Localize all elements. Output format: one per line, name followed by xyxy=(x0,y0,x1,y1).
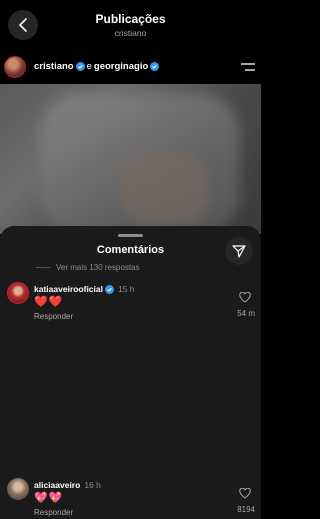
comment-text: ❤️❤️ xyxy=(34,296,64,308)
reply-button[interactable]: Responder xyxy=(34,312,73,321)
verified-badge-icon xyxy=(75,62,85,71)
like-count: 54 m xyxy=(237,309,255,318)
page-subtitle: cristiano xyxy=(114,28,147,38)
author-avatar[interactable] xyxy=(4,56,26,78)
comments-sheet: Comentários Ver mais 130 respostas katia… xyxy=(0,226,261,519)
comment-time: 16 h xyxy=(84,480,101,490)
author-connector: e xyxy=(86,61,92,72)
verified-badge-icon xyxy=(104,284,114,294)
like-count: 8194 xyxy=(237,505,255,514)
post-photo[interactable] xyxy=(0,84,261,234)
commenter-username[interactable]: aliciaaveiro xyxy=(34,480,80,490)
comments-title: Comentários xyxy=(96,244,165,256)
verified-badge-icon xyxy=(150,62,160,71)
heart-icon[interactable] xyxy=(239,292,251,303)
comment-header: aliciaaveiro 16 h xyxy=(34,480,101,490)
post-authors: cristiano e georginagio xyxy=(34,61,160,72)
paper-plane-icon xyxy=(232,245,246,258)
post-author-row: cristiano e georginagio xyxy=(0,52,261,82)
sheet-drag-handle[interactable] xyxy=(118,234,143,237)
view-more-replies-link[interactable]: Ver mais 130 respostas xyxy=(36,263,140,272)
page-title: Publicações xyxy=(95,12,166,26)
comment-header: katiaaveirooficial 15 h xyxy=(34,284,135,294)
heart-icon[interactable] xyxy=(239,488,251,499)
commenter-avatar[interactable] xyxy=(7,282,29,304)
photo-blur-shape xyxy=(120,154,210,224)
comment-text: 💖💖 xyxy=(34,492,64,504)
reply-button[interactable]: Responder xyxy=(34,508,73,517)
author-username[interactable]: cristiano xyxy=(34,61,74,72)
menu-lines-icon[interactable] xyxy=(241,62,255,72)
commenter-avatar[interactable] xyxy=(7,478,29,500)
coauthor-username[interactable]: georginagio xyxy=(94,61,148,72)
commenter-username[interactable]: katiaaveirooficial xyxy=(34,284,103,294)
header: Publicações cristiano xyxy=(0,0,261,48)
share-button[interactable] xyxy=(225,237,253,265)
comment-time: 15 h xyxy=(117,284,135,294)
